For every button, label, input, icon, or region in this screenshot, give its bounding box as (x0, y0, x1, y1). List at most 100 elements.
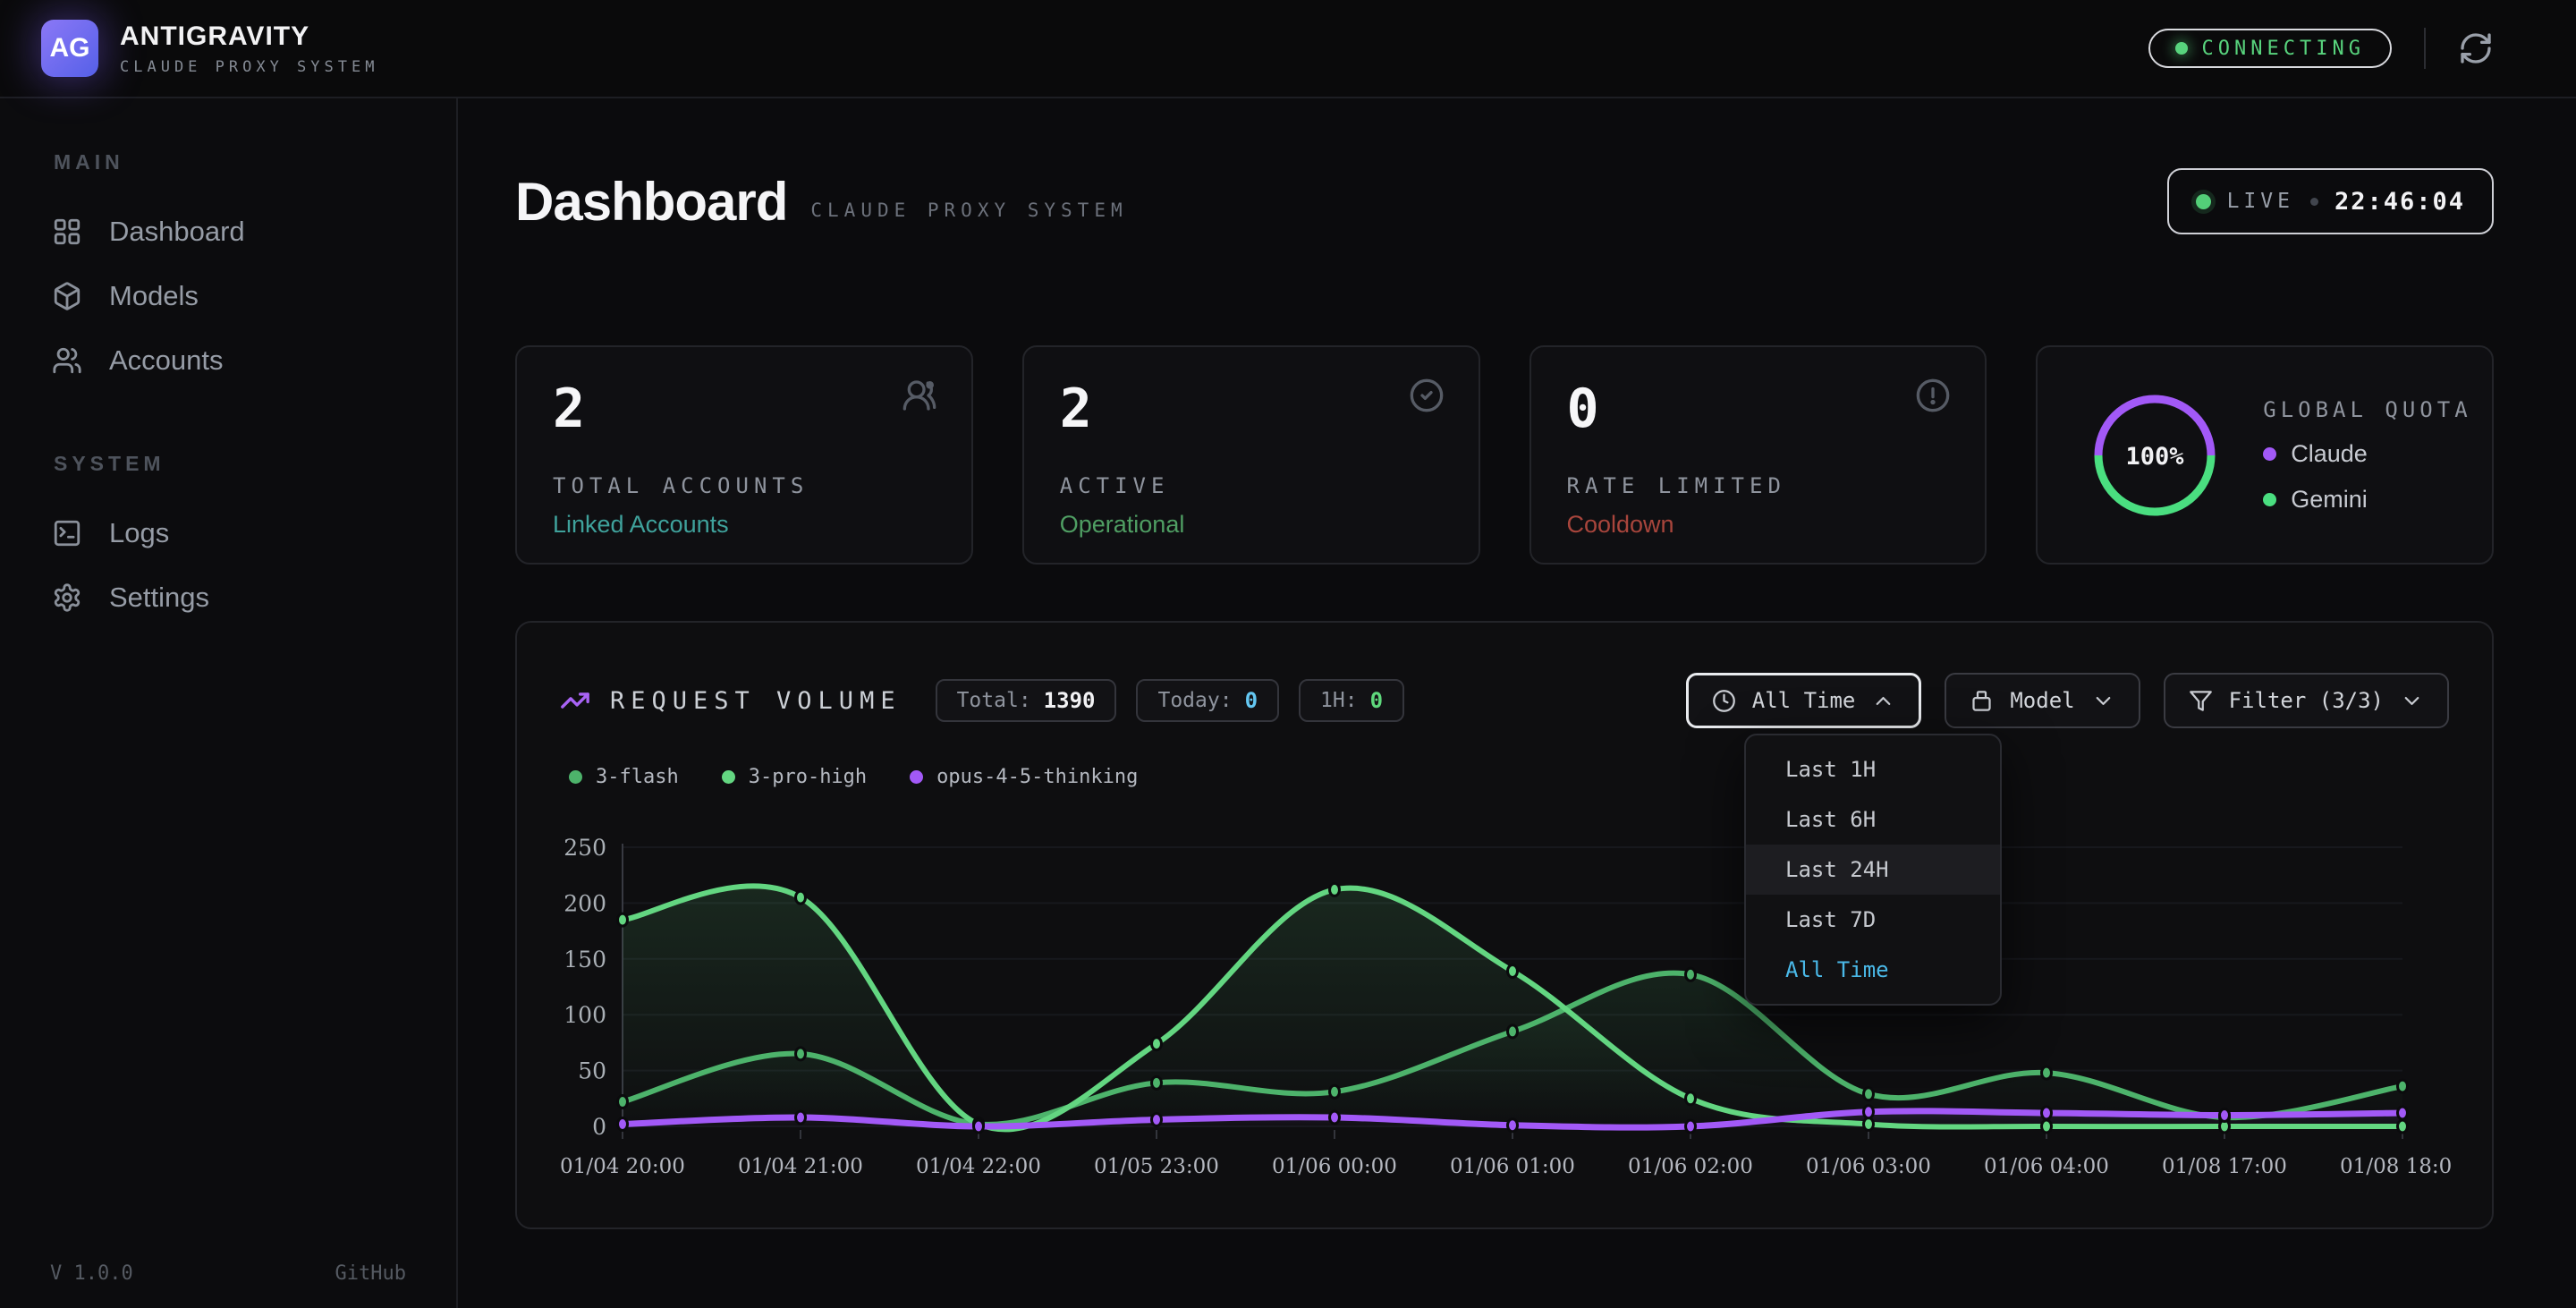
app-title: ANTIGRAVITY (120, 21, 378, 52)
sidebar-section-system: SYSTEM Logs Settings (23, 452, 433, 630)
chevron-down-icon (2400, 689, 2424, 713)
stat-sublabel: Cooldown (1567, 511, 1950, 539)
svg-text:01/04 22:00: 01/04 22:00 (916, 1155, 1041, 1178)
sidebar-section-label: MAIN (54, 150, 433, 174)
live-status-badge: LIVE 22:46:04 (2167, 168, 2494, 234)
quota-legend-label: Claude (2291, 440, 2368, 468)
stat-card-total-accounts: 2 TOTAL ACCOUNTS Linked Accounts (515, 345, 973, 565)
topbar-divider (2424, 28, 2426, 69)
separator-dot (2310, 198, 2318, 206)
chevron-down-icon (2091, 689, 2115, 713)
legend-item: 3-flash (569, 766, 679, 788)
quota-legend-claude: Claude (2263, 440, 2471, 468)
pill-value: 0 (1370, 688, 1383, 713)
page-header: Dashboard CLAUDE PROXY SYSTEM LIVE 22:46… (515, 168, 2494, 234)
time-range-dropdown: Last 1H Last 6H Last 24H Last 7D All Tim… (1744, 734, 2002, 1006)
series-label: 3-pro-high (749, 766, 867, 788)
time-range-option[interactable]: Last 6H (1746, 794, 2000, 845)
sidebar: MAIN Dashboard Models Accounts SYSTEM Lo… (0, 98, 458, 1308)
svg-text:01/06 02:00: 01/06 02:00 (1628, 1155, 1753, 1178)
clock-icon (1712, 689, 1736, 713)
app-subtitle: CLAUDE PROXY SYSTEM (120, 58, 378, 76)
sidebar-footer: V 1.0.0 GitHub (50, 1262, 406, 1285)
time-range-option[interactable]: All Time (1746, 945, 2000, 995)
model-filter-label: Model (2010, 688, 2074, 713)
terminal-icon (52, 518, 82, 548)
chart-stat-pills: Total: 1390 Today: 0 1H: 0 (936, 679, 1404, 722)
stat-sublabel: Linked Accounts (553, 511, 936, 539)
sidebar-item-accounts[interactable]: Accounts (23, 328, 433, 393)
cube-icon (52, 281, 82, 311)
gemini-dot (2263, 493, 2276, 506)
quota-legend-gemini: Gemini (2263, 486, 2471, 514)
stat-card-rate-limited: 0 RATE LIMITED Cooldown (1530, 345, 1987, 565)
alert-circle-icon (1915, 378, 1951, 413)
sidebar-section-label: SYSTEM (54, 452, 433, 476)
quota-legend-label: Gemini (2291, 486, 2368, 514)
sidebar-item-dashboard[interactable]: Dashboard (23, 200, 433, 264)
one-hour-pill: 1H: 0 (1299, 679, 1404, 722)
legend-item: opus-4-5-thinking (910, 766, 1138, 788)
page-subtitle: CLAUDE PROXY SYSTEM (810, 200, 1127, 221)
sidebar-item-logs[interactable]: Logs (23, 501, 433, 565)
filter-label: Filter (3/3) (2229, 688, 2384, 713)
sidebar-item-label: Settings (109, 582, 209, 614)
series-label: opus-4-5-thinking (936, 766, 1138, 788)
svg-text:01/06 04:00: 01/06 04:00 (1984, 1155, 2109, 1178)
time-range-option[interactable]: Last 1H (1746, 744, 2000, 794)
stat-label: TOTAL ACCOUNTS (553, 473, 936, 498)
svg-text:01/04 20:00: 01/04 20:00 (560, 1155, 685, 1178)
svg-text:01/08 17:00: 01/08 17:00 (2162, 1155, 2287, 1178)
total-pill: Total: 1390 (936, 679, 1117, 722)
svg-text:50: 50 (578, 1058, 606, 1084)
stat-cards: 2 TOTAL ACCOUNTS Linked Accounts 2 ACTIV… (515, 345, 2494, 565)
legend-item: 3-pro-high (722, 766, 867, 788)
time-range-label: All Time (1752, 688, 1856, 713)
stat-label: RATE LIMITED (1567, 473, 1950, 498)
svg-text:200: 200 (564, 890, 606, 916)
github-link[interactable]: GitHub (335, 1262, 406, 1285)
series-dot (910, 770, 923, 784)
grid-icon (52, 217, 82, 247)
sidebar-section-main: MAIN Dashboard Models Accounts (23, 150, 433, 393)
filter-button[interactable]: Filter (3/3) (2164, 673, 2449, 728)
claude-dot (2263, 447, 2276, 461)
refresh-button[interactable] (2458, 30, 2494, 66)
sidebar-item-models[interactable]: Models (23, 264, 433, 328)
time-range-button[interactable]: All Time (1686, 673, 1922, 728)
svg-text:01/06 01:00: 01/06 01:00 (1450, 1155, 1575, 1178)
svg-text:01/06 00:00: 01/06 00:00 (1272, 1155, 1397, 1178)
stat-value: 2 (553, 381, 936, 437)
chart-header: REQUEST VOLUME Total: 1390 Today: 0 1H: … (560, 673, 2449, 728)
pill-label: 1H: (1320, 689, 1358, 712)
svg-text:250: 250 (564, 837, 606, 861)
brand: ANTIGRAVITY CLAUDE PROXY SYSTEM (120, 21, 378, 76)
series-label: 3-flash (596, 766, 679, 788)
sidebar-item-settings[interactable]: Settings (23, 565, 433, 630)
refresh-icon (2458, 30, 2494, 66)
model-filter-button[interactable]: Model (1945, 673, 2140, 728)
global-quota-card: 100% GLOBAL QUOTA Claude Gemini (2036, 345, 2494, 565)
pill-label: Total: (957, 689, 1031, 712)
live-status-dot (2196, 194, 2211, 209)
time-range-option[interactable]: Last 7D (1746, 895, 2000, 945)
chart-controls: All Time Model Filter (3/3) (1686, 673, 2449, 728)
chart-title: REQUEST VOLUME (610, 687, 902, 715)
check-circle-icon (1409, 378, 1445, 413)
time-range-option[interactable]: Last 24H (1746, 845, 2000, 895)
live-label: LIVE (2227, 190, 2294, 213)
funnel-icon (2189, 689, 2213, 713)
svg-text:100: 100 (564, 1002, 606, 1028)
pill-value: 0 (1245, 688, 1258, 713)
stat-sublabel: Operational (1060, 511, 1443, 539)
chart-legend: 3-flash 3-pro-high opus-4-5-thinking (560, 766, 2449, 788)
connection-status-badge: CONNECTING (2148, 29, 2392, 68)
quota-ring: 100% (2088, 388, 2222, 522)
svg-text:01/08 18:00: 01/08 18:00 (2340, 1155, 2453, 1178)
stat-label: ACTIVE (1060, 473, 1443, 498)
svg-text:01/06 03:00: 01/06 03:00 (1806, 1155, 1931, 1178)
connection-status-dot (2175, 42, 2188, 55)
pill-value: 1390 (1044, 688, 1096, 713)
chevron-up-icon (1871, 689, 1895, 713)
quota-percent: 100% (2126, 443, 2185, 471)
